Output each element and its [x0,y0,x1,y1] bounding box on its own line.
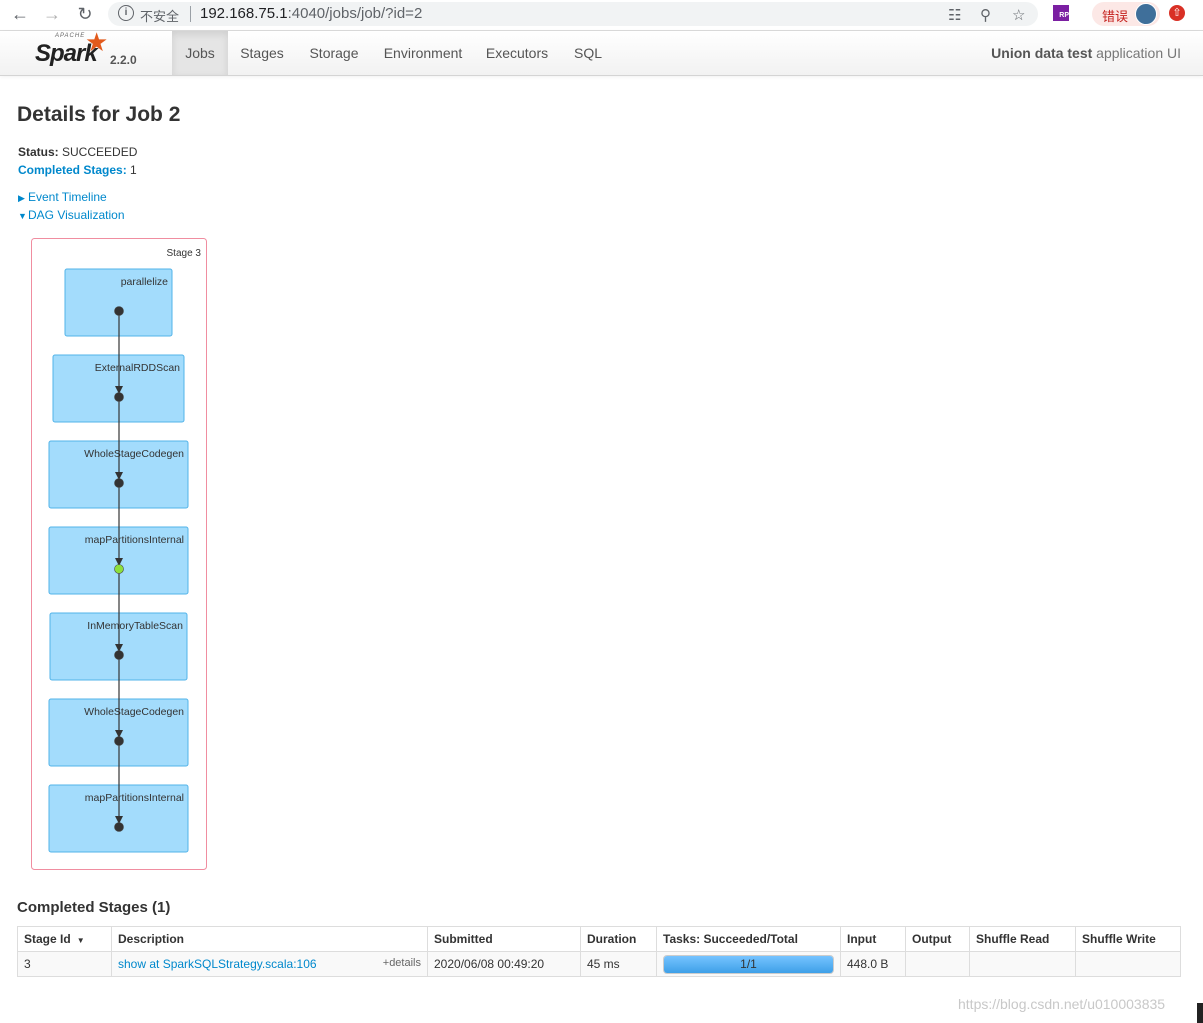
dag-rdd-dot [114,822,124,832]
header-duration[interactable]: Duration [580,926,657,952]
spark-version: 2.2.0 [110,53,137,67]
header-submitted[interactable]: Submitted [427,926,581,952]
star-icon[interactable]: ☆ [1012,6,1025,24]
arrow-down-icon: ▼ [18,211,27,221]
dag-node-label: mapPartitionsInternal [85,534,184,546]
dag-visualization: Stage 3 parallelize ExternalRDDScan WholeSt… [31,238,207,870]
dag-rdd-dot [114,306,124,316]
header-stage-id-label: Stage Id [24,932,71,946]
cell-submitted: 2020/06/08 00:49:20 [427,951,581,977]
translate-icon[interactable]: ☷ [948,6,961,24]
event-timeline-toggle[interactable]: ▶ Event Timeline [18,190,107,204]
status-value: SUCCEEDED [62,145,138,159]
dag-node-label: mapPartitionsInternal [85,792,184,804]
watermark: https://blog.csdn.net/u010003835 [958,996,1166,1012]
tab-jobs[interactable]: Jobs [172,31,228,75]
avatar[interactable] [1135,3,1157,25]
sort-desc-icon: ▼ [76,936,85,945]
table-row: 3 show at SparkSQLStrategy.scala:106 +de… [17,951,1181,977]
completed-stages-table: Stage Id ▼ Description Submitted Duration… [17,926,1181,977]
info-icon[interactable]: i [118,5,134,21]
app-suffix: application UI [1092,45,1181,61]
separator [190,6,191,22]
dag-node-label: WholeStageCodegen [84,448,184,460]
error-label: 错误 [1102,9,1129,24]
back-icon[interactable]: ← [10,4,30,24]
header-tasks[interactable]: Tasks: Succeeded/Total [656,926,841,952]
event-timeline-label: Event Timeline [28,190,107,204]
update-icon[interactable]: ⇧ [1169,5,1185,21]
browser-toolbar: ← → ↻ i 不安全 192.168.75.1:4040/jobs/job/?… [0,0,1203,31]
dag-rdd-dot [114,564,124,574]
cell-input: 448.0 B [840,951,906,977]
cell-stage-id: 3 [17,951,112,977]
dag-visualization-toggle[interactable]: ▼DAG Visualization [18,208,125,222]
spark-navbar: APACHE Spark ★ 2.2.0 Jobs Stages Storage… [0,27,1203,76]
cell-output [905,951,970,977]
tab-stages[interactable]: Stages [229,31,295,75]
logo-apache-text: APACHE [55,33,86,39]
tasks-progress-text: 1/1 [740,956,757,971]
zoom-icon[interactable]: ⚲ [980,6,991,24]
dag-rdd-dot [114,650,124,660]
tab-storage[interactable]: Storage [296,31,372,75]
dag-node-label: parallelize [121,276,168,288]
completed-stages-line[interactable]: Completed Stages: 1 [18,163,137,177]
scrollbar-marker [1197,1003,1203,1023]
tab-sql[interactable]: SQL [561,31,615,75]
arrow-right-icon: ▶ [18,193,25,203]
stage-label: Stage 3 [167,248,202,259]
stage-description-link[interactable]: show at SparkSQLStrategy.scala:106 [118,957,317,971]
status-line: Status: SUCCEEDED [18,145,137,159]
cell-shuffle-write [1075,951,1181,977]
dag-rdd-dot [114,392,124,402]
cell-shuffle-read [969,951,1076,977]
spark-star-icon: ★ [85,27,109,57]
header-input[interactable]: Input [840,926,906,952]
tasks-progress-bar: 1/1 [663,954,834,974]
status-label: Status: [18,145,59,159]
dag-rdd-dot [114,736,124,746]
header-description[interactable]: Description [111,926,428,952]
app-name: Union data test [991,45,1093,61]
completed-stages-count: 1 [130,163,137,177]
url-path: :4040/jobs/job/?id=2 [287,5,423,22]
tab-environment[interactable]: Environment [373,31,473,75]
cell-description: show at SparkSQLStrategy.scala:106 +deta… [111,951,428,977]
insecure-label: 不安全 [140,9,180,24]
dag-graph: Stage 3 parallelize ExternalRDDScan WholeSt… [31,238,207,870]
dag-node-label: WholeStageCodegen [84,706,184,718]
details-toggle[interactable]: +details [383,957,421,969]
dag-node-label: ExternalRDDScan [95,362,180,374]
address-bar[interactable]: i 不安全 192.168.75.1:4040/jobs/job/?id=2 ☷… [108,2,1038,26]
header-shuffle-read[interactable]: Shuffle Read [969,926,1076,952]
cell-duration: 45 ms [580,951,657,977]
dag-rdd-dot [114,478,124,488]
page-title: Details for Job 2 [17,103,181,126]
forward-icon[interactable]: → [42,4,62,24]
table-header-row: Stage Id ▼ Description Submitted Duration… [17,926,1181,952]
header-stage-id[interactable]: Stage Id ▼ [17,926,112,952]
url-host: 192.168.75.1 [200,5,288,22]
completed-stages-link[interactable]: Completed Stages: [18,163,127,177]
app-title: Union data test application UI [991,31,1181,75]
cell-tasks: 1/1 [656,951,841,977]
header-output[interactable]: Output [905,926,970,952]
spark-logo[interactable]: APACHE Spark ★ [35,27,108,71]
header-shuffle-write[interactable]: Shuffle Write [1075,926,1181,952]
dag-node-label: InMemoryTableScan [87,620,183,632]
reload-icon[interactable]: ↻ [75,4,95,24]
rp-extension-icon[interactable]: RP [1053,5,1069,21]
tab-executors[interactable]: Executors [474,31,560,75]
url-text[interactable]: 192.168.75.1:4040/jobs/job/?id=2 [200,5,422,22]
completed-stages-title[interactable]: Completed Stages (1) [17,899,170,916]
dag-visualization-label: DAG Visualization [28,208,125,222]
